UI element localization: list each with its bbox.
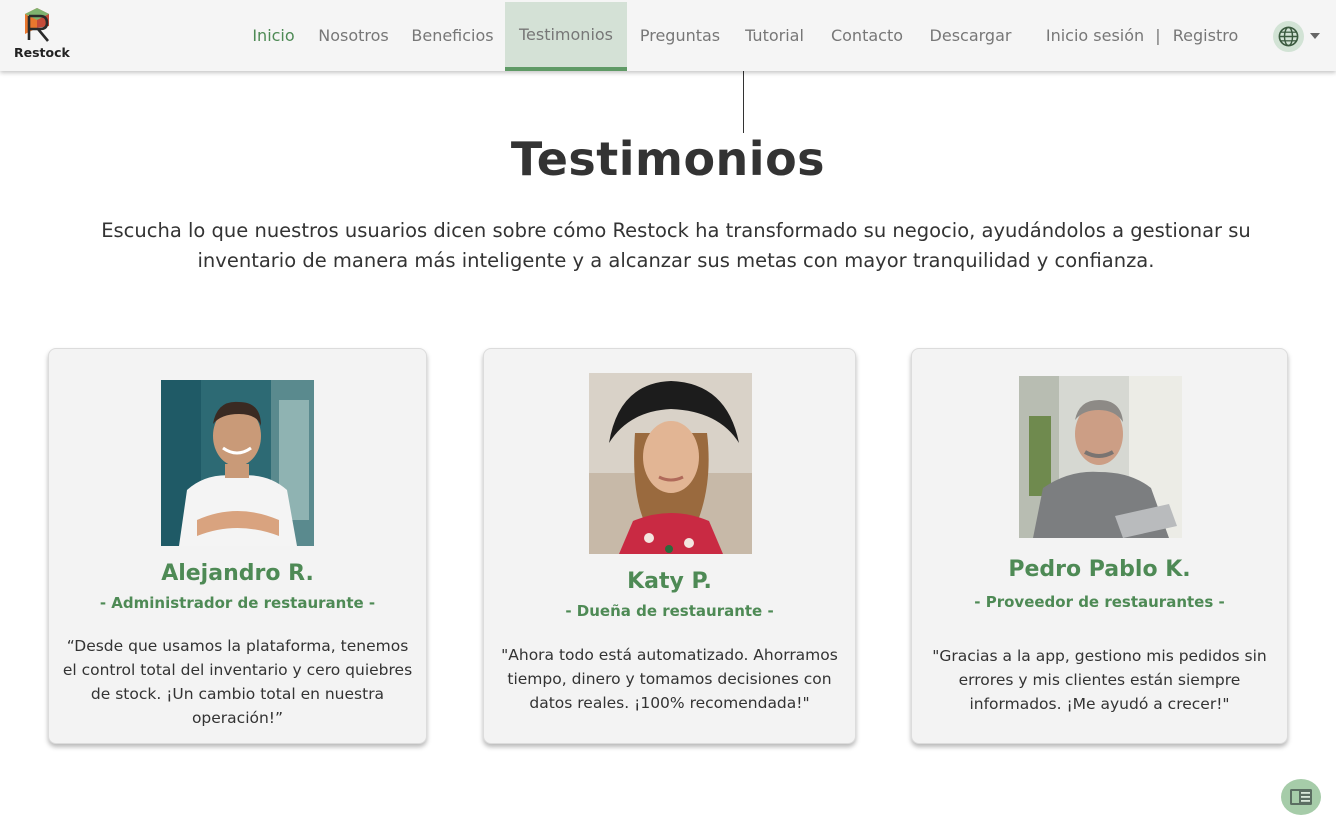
testimonial-name: Pedro Pablo K. <box>1008 557 1191 582</box>
register-link[interactable]: Registro <box>1167 2 1244 71</box>
testimonial-card: Pedro Pablo K. - Proveedor de restaurant… <box>911 348 1288 744</box>
testimonial-quote: "Ahora todo está automatizado. Ahorramos… <box>501 646 838 712</box>
testimonial-role: - Dueña de restaurante - <box>565 602 774 620</box>
login-link[interactable]: Inicio sesión <box>1040 2 1150 71</box>
nav-descargar[interactable]: Descargar <box>922 2 1019 71</box>
language-selector[interactable] <box>1273 21 1304 52</box>
navbar: Restock Inicio Nosotros Beneficios Testi… <box>0 0 1336 71</box>
section-divider-line <box>743 71 744 133</box>
nav-inicio[interactable]: Inicio <box>246 2 301 71</box>
nav-preguntas[interactable]: Preguntas <box>634 2 726 71</box>
nav-separator: | <box>1155 26 1161 45</box>
avatar <box>1019 376 1182 538</box>
testimonial-name: Alejandro R. <box>161 561 314 586</box>
testimonial-name: Katy P. <box>627 569 712 594</box>
chevron-down-icon[interactable] <box>1310 33 1320 39</box>
testimonial-role: - Proveedor de restaurantes - <box>974 593 1225 611</box>
globe-icon <box>1278 26 1299 47</box>
nav-tutorial[interactable]: Tutorial <box>739 2 810 71</box>
avatar <box>161 380 314 546</box>
testimonial-quote: "Gracias a la app, gestiono mis pedidos … <box>932 647 1267 713</box>
brand-name: Restock <box>14 45 70 60</box>
reader-mode-icon <box>1290 789 1312 805</box>
testimonial-card: Alejandro R. - Administrador de restaura… <box>48 348 427 744</box>
section-subtitle: Escucha lo que nuestros usuarios dicen s… <box>101 219 1251 272</box>
brand-logo[interactable]: Restock <box>14 6 70 62</box>
testimonial-quote: “Desde que usamos la plataforma, tenemos… <box>62 637 413 727</box>
nav-contacto[interactable]: Contacto <box>824 2 910 71</box>
nav-nosotros[interactable]: Nosotros <box>314 2 393 71</box>
nav-testimonios[interactable]: Testimonios <box>505 2 627 71</box>
avatar <box>589 373 752 554</box>
nav-beneficios[interactable]: Beneficios <box>406 2 499 71</box>
testimonial-card: Katy P. - Dueña de restaurante - "Ahora … <box>483 348 856 744</box>
reader-mode-button[interactable] <box>1281 779 1321 815</box>
restock-logo-icon <box>25 8 49 42</box>
section-title: Testimonios <box>510 132 826 186</box>
testimonial-role: - Administrador de restaurante - <box>99 594 376 612</box>
